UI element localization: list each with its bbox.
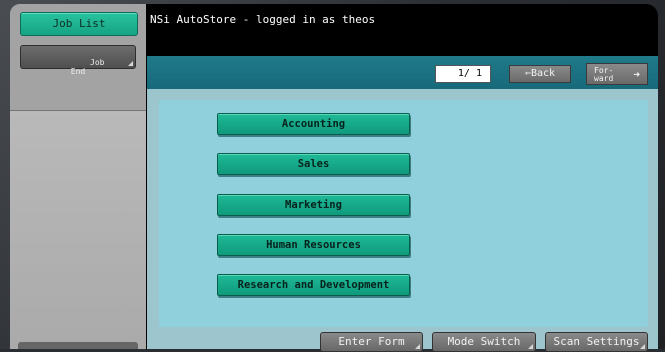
job-end-button[interactable]: Job End [20,45,136,76]
app-title: NSi AutoStore - logged in as theos [150,13,376,26]
job-list-button[interactable]: Job List [20,12,138,36]
forward-label: For- ward [594,66,614,83]
form-list-area: Accounting Sales Marketing Human Resourc… [159,100,648,327]
page-indicator: 1/ 1 [435,65,491,83]
forward-arrow-icon: ➜ [633,68,640,81]
form-button-research-development[interactable]: Research and Development [217,274,410,296]
corner-marker-icon [528,344,533,349]
form-button-accounting[interactable]: Accounting [217,113,410,135]
touch-screen: Job List Job End NSi AutoStore - logged … [10,4,658,349]
form-button-sales[interactable]: Sales [217,153,410,175]
corner-marker-icon [128,61,133,66]
left-bottom-tab [18,342,138,349]
form-button-human-resources[interactable]: Human Resources [217,234,410,256]
corner-marker-icon [640,344,645,349]
scan-settings-button[interactable]: Scan Settings [545,332,648,352]
left-panel: Job List Job End [10,4,146,349]
left-panel-body [10,111,146,349]
scan-settings-label: Scan Settings [553,335,640,348]
mode-switch-button[interactable]: Mode Switch [432,332,536,352]
back-button[interactable]: ⇐Back [509,65,571,83]
left-panel-top: Job List Job End [10,4,146,111]
main-header: 1/ 1 ⇐Back For- ward ➜ [147,56,658,89]
main-panel: 1/ 1 ⇐Back For- ward ➜ Accounting Sales … [147,56,658,349]
corner-marker-icon [415,344,420,349]
back-label: Back [530,68,556,79]
form-button-marketing[interactable]: Marketing [217,194,410,216]
enter-form-label: Enter Form [338,335,405,348]
mode-switch-label: Mode Switch [447,335,521,348]
forward-button[interactable]: For- ward ➜ [586,63,648,85]
job-end-label: Job End [70,58,105,76]
enter-form-button[interactable]: Enter Form [320,332,423,352]
